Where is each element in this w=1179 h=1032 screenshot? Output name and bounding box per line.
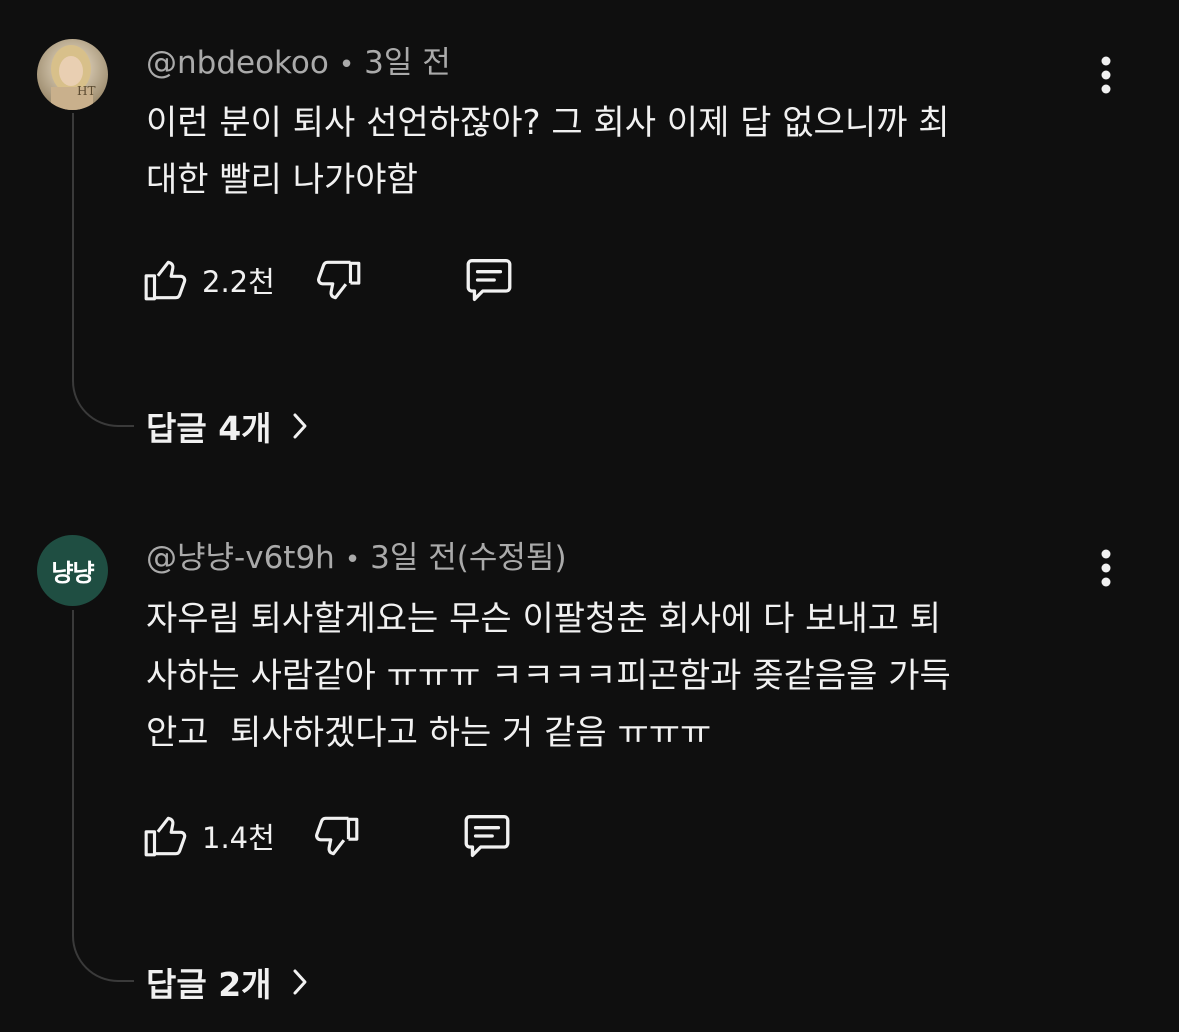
like-button[interactable]: 1.4천	[142, 806, 275, 866]
reply-thread-line	[72, 610, 134, 982]
replies-label: 답글 2개	[146, 965, 272, 1004]
thumbs-down-icon	[315, 816, 359, 856]
reply-button[interactable]	[460, 806, 514, 866]
comment-2: 냥냥 @냥냥-v6t9h • 3일 전(수정됨) 자우림 퇴사할게요는 무슨 이팔청…	[0, 0, 1179, 1032]
author-name[interactable]: @냥냥-v6t9h	[146, 540, 335, 576]
comment-actions: 1.4천	[142, 806, 562, 866]
avatar[interactable]: 냥냥	[37, 535, 108, 606]
more-options-button[interactable]	[1086, 543, 1126, 593]
comment-time: 3일 전(수정됨)	[370, 540, 567, 576]
dislike-button[interactable]	[312, 806, 362, 866]
comment-text: 자우림 퇴사할게요는 무슨 이팔청춘 회사에 다 보내고 퇴 사하는 사람같아 …	[146, 599, 951, 753]
like-count: 1.4천	[202, 821, 275, 855]
separator-dot: •	[344, 545, 361, 575]
comment-meta: @냥냥-v6t9h • 3일 전(수정됨)	[146, 538, 567, 578]
thumbs-up-icon	[144, 816, 187, 857]
more-vertical-icon	[1101, 549, 1111, 587]
comment-bubble-icon	[464, 815, 510, 857]
view-replies-button[interactable]: 답글 2개	[146, 957, 308, 1007]
chevron-right-icon	[293, 969, 307, 995]
